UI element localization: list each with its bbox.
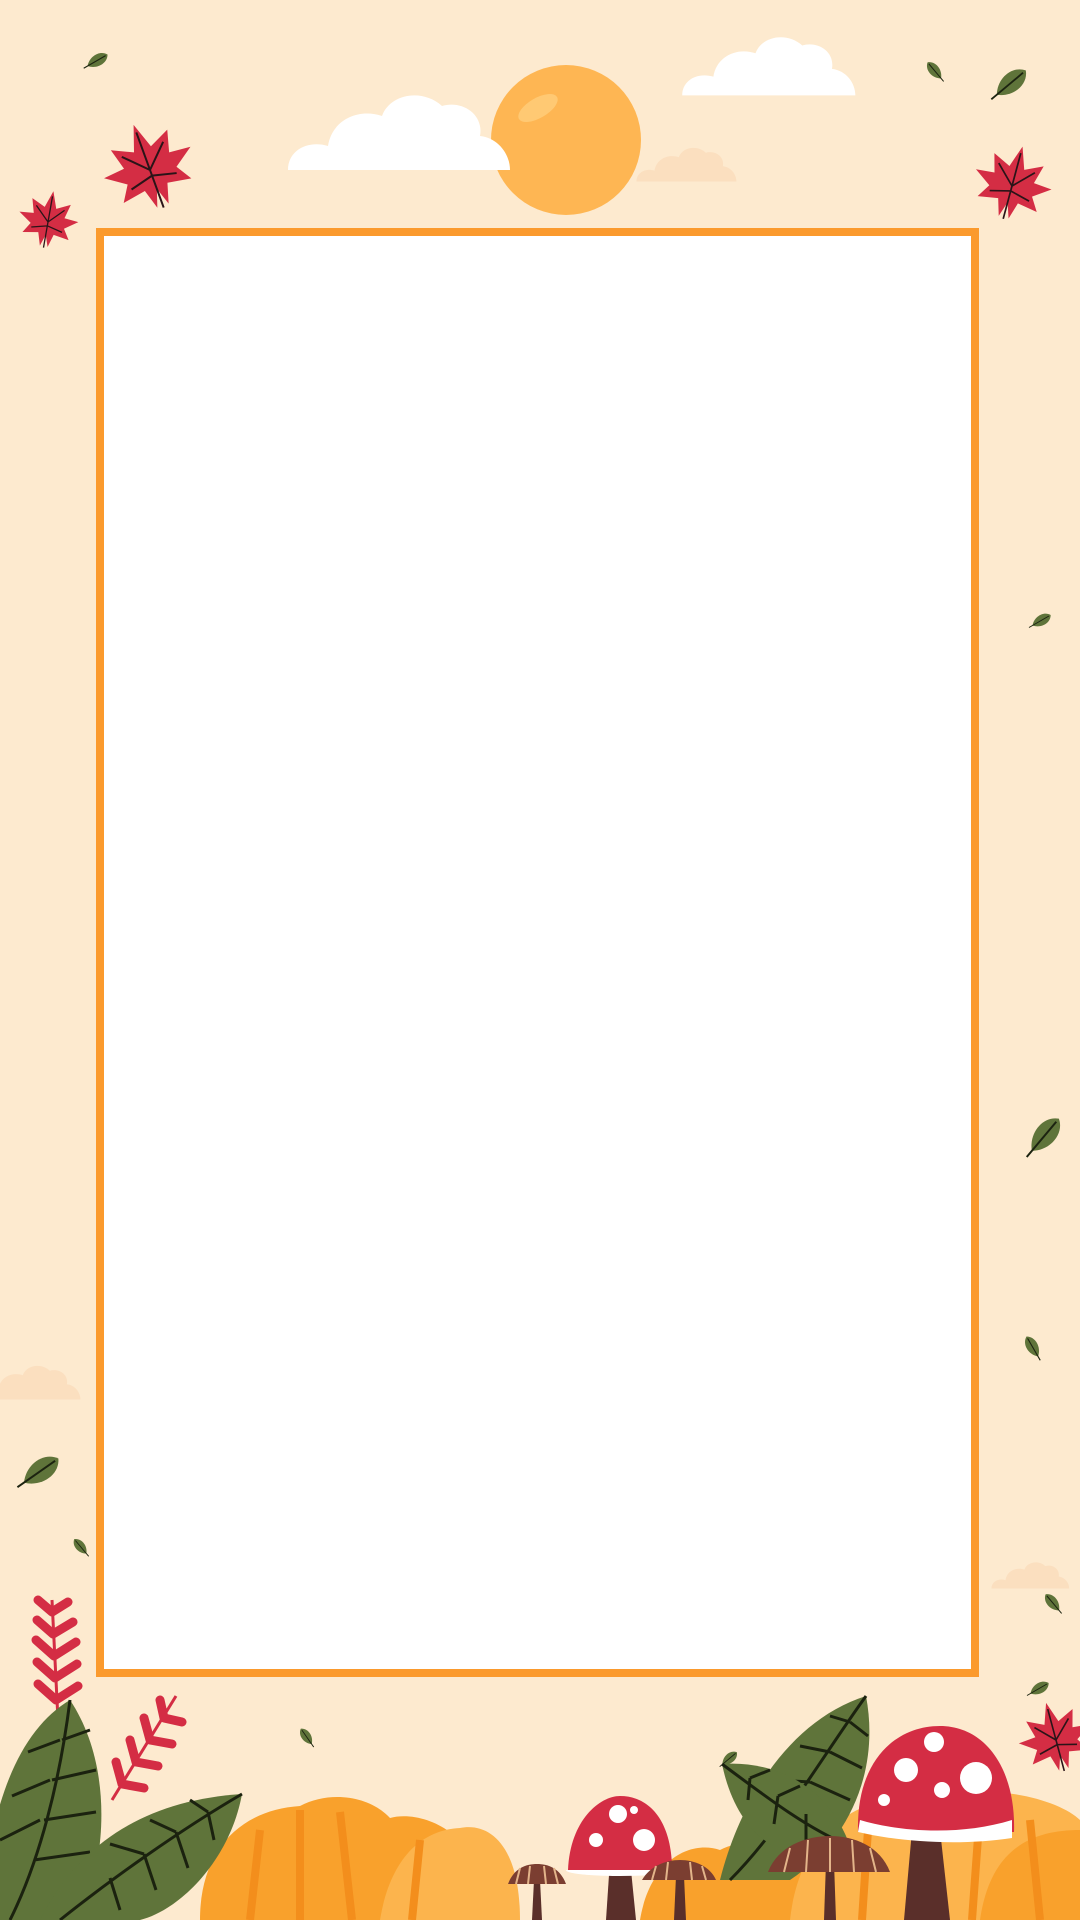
sun-icon bbox=[491, 65, 641, 215]
green-leaf-icon bbox=[923, 58, 949, 86]
green-leaf-icon bbox=[1017, 1110, 1068, 1165]
cloud-icon bbox=[288, 95, 510, 170]
green-leaf-icon bbox=[1020, 1333, 1046, 1364]
green-leaf-icon bbox=[70, 1535, 93, 1560]
green-leaf-icon bbox=[296, 1725, 319, 1751]
cloud-icon bbox=[682, 37, 856, 96]
green-leaf-icon bbox=[1041, 1590, 1067, 1618]
faint-cloud-icon bbox=[636, 147, 737, 182]
faint-cloud-icon bbox=[991, 1562, 1070, 1589]
maple-leaf-icon bbox=[964, 135, 1062, 230]
maple-leaf-icon bbox=[13, 185, 84, 254]
green-leaf-icon bbox=[80, 48, 111, 74]
green-leaf-icon bbox=[984, 62, 1033, 108]
maple-leaf-icon bbox=[89, 108, 208, 225]
photo-frame bbox=[96, 228, 979, 1677]
green-leaf-icon bbox=[1023, 1677, 1052, 1701]
faint-cloud-icon bbox=[0, 1365, 81, 1400]
green-leaf-icon bbox=[10, 1448, 66, 1497]
maple-leaf-icon bbox=[1009, 1692, 1080, 1782]
green-leaf-icon bbox=[1025, 609, 1054, 633]
